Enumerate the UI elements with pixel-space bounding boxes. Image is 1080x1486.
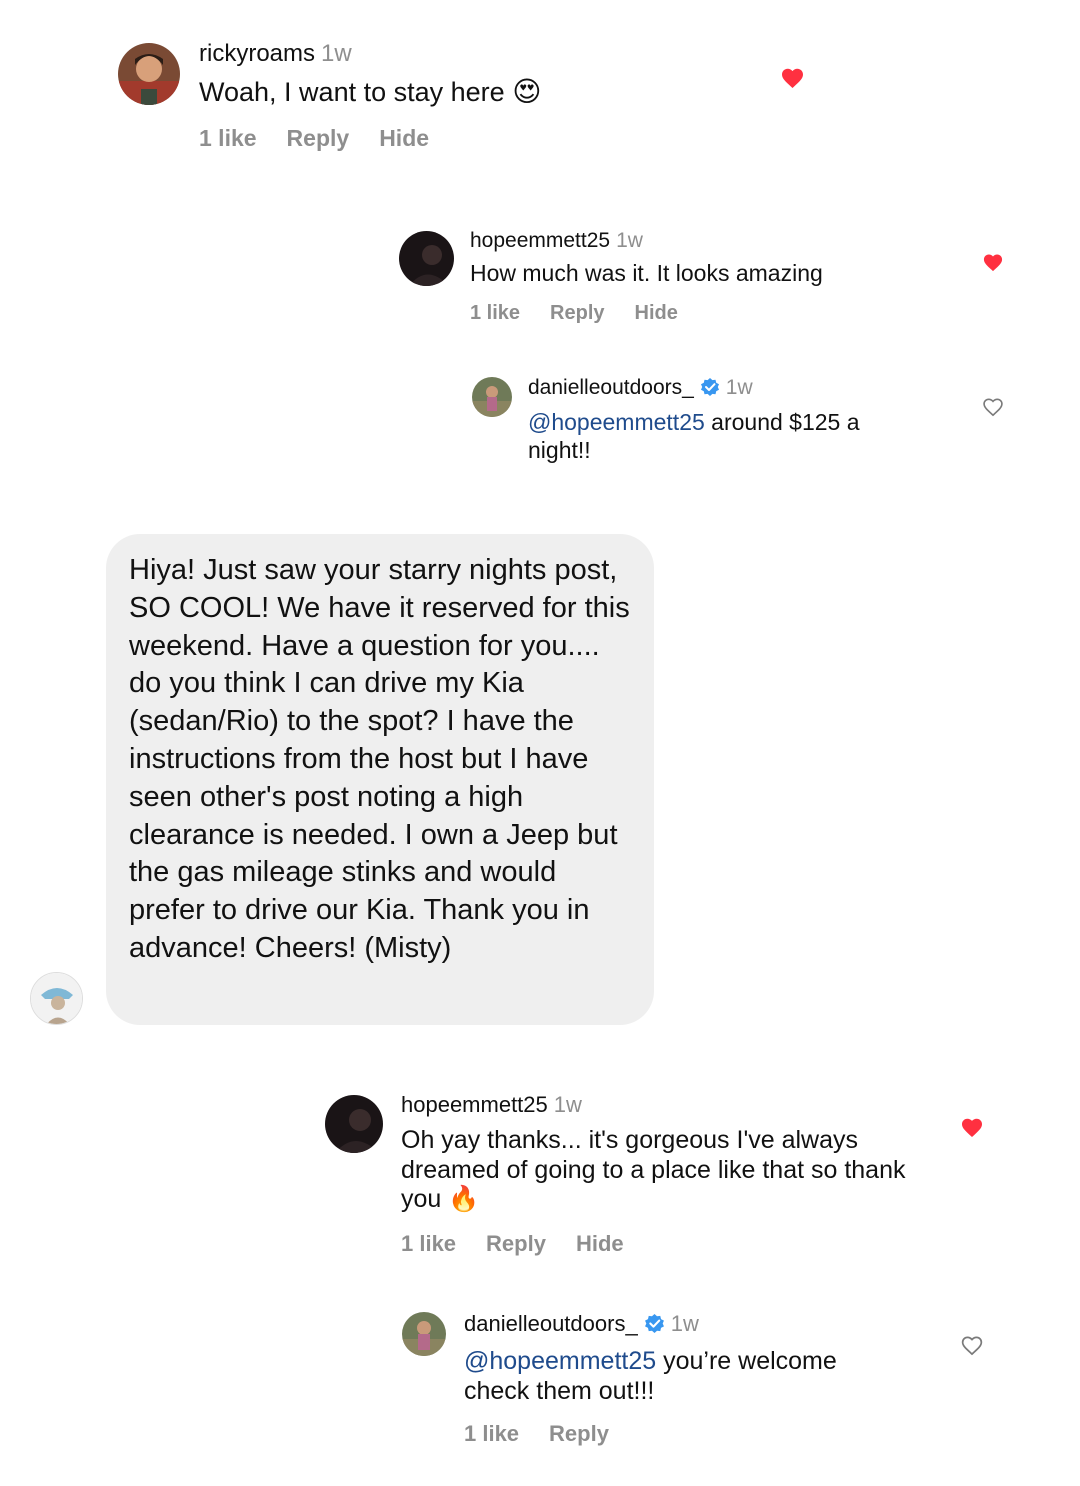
- hide-button[interactable]: Hide: [576, 1231, 624, 1256]
- comment-actions: 1 like Reply Hide: [401, 1231, 654, 1257]
- comment-time: 1w: [670, 1311, 699, 1336]
- avatar[interactable]: [325, 1095, 383, 1153]
- heart-filled-icon[interactable]: [780, 67, 805, 94]
- avatar[interactable]: [472, 377, 512, 417]
- mention-link[interactable]: @hopeemmett25: [528, 409, 705, 435]
- comment-text: Oh yay thanks... it's gorgeous I've alwa…: [401, 1126, 911, 1215]
- heart-filled-icon[interactable]: [982, 253, 1004, 277]
- avatar[interactable]: [399, 231, 454, 286]
- username[interactable]: danielleoutdoors_: [528, 376, 694, 399]
- username[interactable]: hopeemmett25: [470, 229, 610, 252]
- verified-badge-icon: [700, 377, 720, 403]
- likes-count[interactable]: 1 like: [199, 125, 257, 151]
- hide-button[interactable]: Hide: [635, 302, 678, 324]
- comment-body: How much was it. It looks amazing: [470, 260, 823, 286]
- comment-actions: 1 like Reply: [464, 1421, 639, 1447]
- comment-header: danielleoutdoors_ 1w: [528, 376, 753, 403]
- comment-text: @hopeemmett25 around $125 a night!!: [528, 408, 928, 464]
- comment-header: hopeemmett25 1w: [470, 229, 643, 253]
- reply-button[interactable]: Reply: [486, 1231, 546, 1256]
- reply-button[interactable]: Reply: [549, 1421, 609, 1446]
- comment-time: 1w: [725, 376, 753, 399]
- hide-button[interactable]: Hide: [379, 125, 429, 151]
- comment-text: Woah, I want to stay here 😍: [199, 75, 541, 108]
- mention-link[interactable]: @hopeemmett25: [464, 1347, 656, 1375]
- heart-outline-icon[interactable]: [982, 397, 1004, 422]
- heart-eyes-emoji: 😍: [512, 76, 542, 107]
- username[interactable]: hopeemmett25: [401, 1092, 548, 1117]
- comment-actions: 1 like Reply Hide: [470, 302, 708, 325]
- likes-count[interactable]: 1 like: [401, 1231, 456, 1256]
- heart-outline-icon[interactable]: [960, 1335, 984, 1361]
- heart-filled-icon[interactable]: [960, 1117, 984, 1143]
- username[interactable]: rickyroams: [199, 40, 315, 67]
- verified-badge-icon: [644, 1313, 665, 1340]
- avatar[interactable]: [118, 43, 180, 105]
- comment-body: Woah, I want to stay here: [199, 77, 505, 107]
- likes-count[interactable]: 1 like: [464, 1421, 519, 1446]
- comment-time: 1w: [553, 1092, 582, 1117]
- comment-header: hopeemmett25 1w: [401, 1092, 582, 1118]
- likes-count[interactable]: 1 like: [470, 302, 520, 324]
- comment-text: @hopeemmett25 you’re welcome check them …: [464, 1346, 904, 1406]
- username[interactable]: danielleoutdoors_: [464, 1311, 638, 1336]
- avatar[interactable]: [30, 972, 83, 1025]
- comment-time: 1w: [321, 40, 352, 67]
- comment-time: 1w: [616, 229, 643, 252]
- reply-button[interactable]: Reply: [550, 302, 604, 324]
- comment-actions: 1 like Reply Hide: [199, 125, 459, 152]
- reply-button[interactable]: Reply: [287, 125, 350, 151]
- comment-text: How much was it. It looks amazing: [470, 260, 823, 287]
- avatar[interactable]: [402, 1312, 446, 1356]
- comment-header: danielleoutdoors_ 1w: [464, 1311, 699, 1340]
- message-bubble: Hiya! Just saw your starry nights post, …: [106, 534, 654, 1025]
- comment-header: rickyroams 1w: [199, 40, 352, 68]
- fire-emoji: 🔥: [448, 1185, 480, 1213]
